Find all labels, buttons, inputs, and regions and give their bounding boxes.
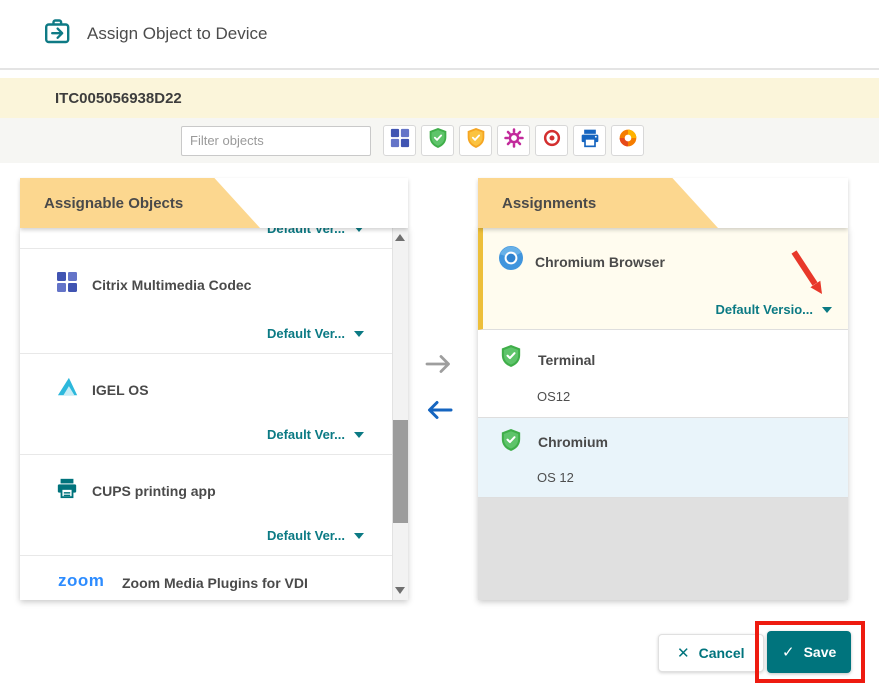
chevron-down-icon (822, 307, 832, 313)
assignable-objects-tab: Assignable Objects (20, 178, 260, 228)
assignments-tab: Assignments (478, 178, 718, 228)
assignment-item-chromium-browser[interactable]: Chromium Browser Default Versio... (478, 228, 848, 330)
assignable-objects-list: Default Ver... Citrix Multimedia Codec (20, 228, 408, 600)
list-item-partial[interactable]: Default Ver... (20, 228, 392, 249)
save-button[interactable]: ✓ Save (767, 631, 851, 673)
filter-priority-profiles-button[interactable] (459, 125, 492, 156)
version-dropdown[interactable]: Default Ver... (267, 326, 364, 341)
object-name: CUPS printing app (92, 483, 216, 499)
chevron-down-icon (354, 533, 364, 539)
green-shield-icon (428, 127, 448, 154)
assignable-objects-panel: Assignable Objects Default Ver... (20, 178, 408, 600)
green-shield-icon (500, 428, 522, 457)
assignment-name: Chromium (538, 434, 608, 450)
object-name: Citrix Multimedia Codec (92, 277, 251, 293)
browser-circle-icon (618, 128, 638, 153)
teal-printer-icon (56, 477, 78, 504)
assignable-objects-title: Assignable Objects (44, 195, 183, 212)
device-id-bar: ITC005056938D22 (0, 78, 879, 118)
chevron-down-icon (354, 228, 364, 232)
list-item-igel-os[interactable]: IGEL OS Default Ver... (20, 354, 392, 455)
version-dropdown[interactable]: Default Ver... (267, 528, 364, 543)
filter-profiles-button[interactable] (421, 125, 454, 156)
red-ring-icon (542, 128, 562, 153)
filter-toolbar (0, 118, 879, 163)
scroll-down-icon[interactable] (395, 587, 405, 594)
igel-os-icon (56, 376, 80, 403)
cancel-button-label: Cancel (699, 645, 745, 661)
filter-objects-input[interactable] (181, 126, 371, 156)
assignments-panel: Assignments Chromium Browser Default Ver… (478, 178, 848, 600)
list-item-citrix-multimedia-codec[interactable]: Citrix Multimedia Codec Default Ver... (20, 249, 392, 354)
assignable-objects-header: Assignable Objects (20, 178, 408, 228)
chromium-logo-icon (498, 245, 524, 276)
version-label: Default Versio... (715, 302, 813, 317)
close-icon: ✕ (677, 644, 690, 662)
filter-type-buttons (383, 125, 644, 156)
blue-printer-icon (580, 128, 600, 153)
filter-printers-button[interactable] (573, 125, 606, 156)
list-item-zoom-media-plugins[interactable]: zoom Zoom Media Plugins for VDI (20, 556, 392, 600)
save-button-label: Save (804, 644, 837, 660)
assignment-os: OS 12 (537, 470, 574, 485)
assignment-item-terminal[interactable]: Terminal OS12 (478, 330, 848, 418)
assign-object-dialog: Assign Object to Device ITC005056938D22 (0, 0, 879, 690)
cancel-button[interactable]: ✕ Cancel (658, 634, 764, 672)
assignment-name: Chromium Browser (535, 254, 665, 270)
assignments-list: Chromium Browser Default Versio... Termi… (478, 228, 848, 600)
check-icon: ✓ (782, 643, 795, 661)
scrollbar-thumb[interactable] (393, 420, 408, 523)
object-list: Default Ver... Citrix Multimedia Codec (20, 228, 392, 600)
version-dropdown[interactable]: Default Versio... (715, 302, 832, 317)
version-label: Default Ver... (267, 326, 345, 341)
purple-gear-icon (504, 128, 524, 153)
version-dropdown[interactable]: Default Ver... (267, 427, 364, 442)
version-label: Default Ver... (267, 528, 345, 543)
unassign-arrow-button[interactable] (424, 399, 454, 426)
dialog-header: Assign Object to Device (0, 0, 879, 70)
version-label: Default Ver... (267, 228, 345, 236)
chevron-down-icon (354, 331, 364, 337)
chevron-down-icon (354, 432, 364, 438)
assign-device-icon (44, 18, 72, 50)
assignments-title: Assignments (502, 195, 596, 212)
assignment-name: Terminal (538, 352, 595, 368)
orange-shield-icon (466, 127, 486, 154)
arrow-right-icon (424, 362, 454, 379)
apps-grid-icon (56, 271, 78, 298)
version-label: Default Ver... (267, 427, 345, 442)
assign-arrow-button[interactable] (424, 353, 454, 380)
object-name: IGEL OS (92, 382, 149, 398)
filter-sessions-button[interactable] (535, 125, 568, 156)
arrow-left-icon (424, 408, 454, 425)
assignment-os: OS12 (537, 389, 570, 404)
scroll-up-icon[interactable] (395, 234, 405, 241)
filter-firmware-customization-button[interactable] (497, 125, 530, 156)
filter-browser-button[interactable] (611, 125, 644, 156)
assignment-item-chromium[interactable]: Chromium OS 12 (478, 418, 848, 498)
apps-grid-icon (390, 128, 410, 153)
version-dropdown[interactable]: Default Ver... (267, 228, 364, 236)
device-id: ITC005056938D22 (55, 90, 182, 107)
zoom-wordmark-icon: zoom (58, 571, 104, 591)
assignments-header: Assignments (478, 178, 848, 228)
dialog-title: Assign Object to Device (87, 24, 267, 44)
list-item-cups-printing-app[interactable]: CUPS printing app Default Ver... (20, 455, 392, 556)
filter-apps-button[interactable] (383, 125, 416, 156)
vertical-scrollbar[interactable] (392, 228, 408, 600)
green-shield-icon (500, 344, 522, 373)
object-name: Zoom Media Plugins for VDI (122, 575, 308, 591)
